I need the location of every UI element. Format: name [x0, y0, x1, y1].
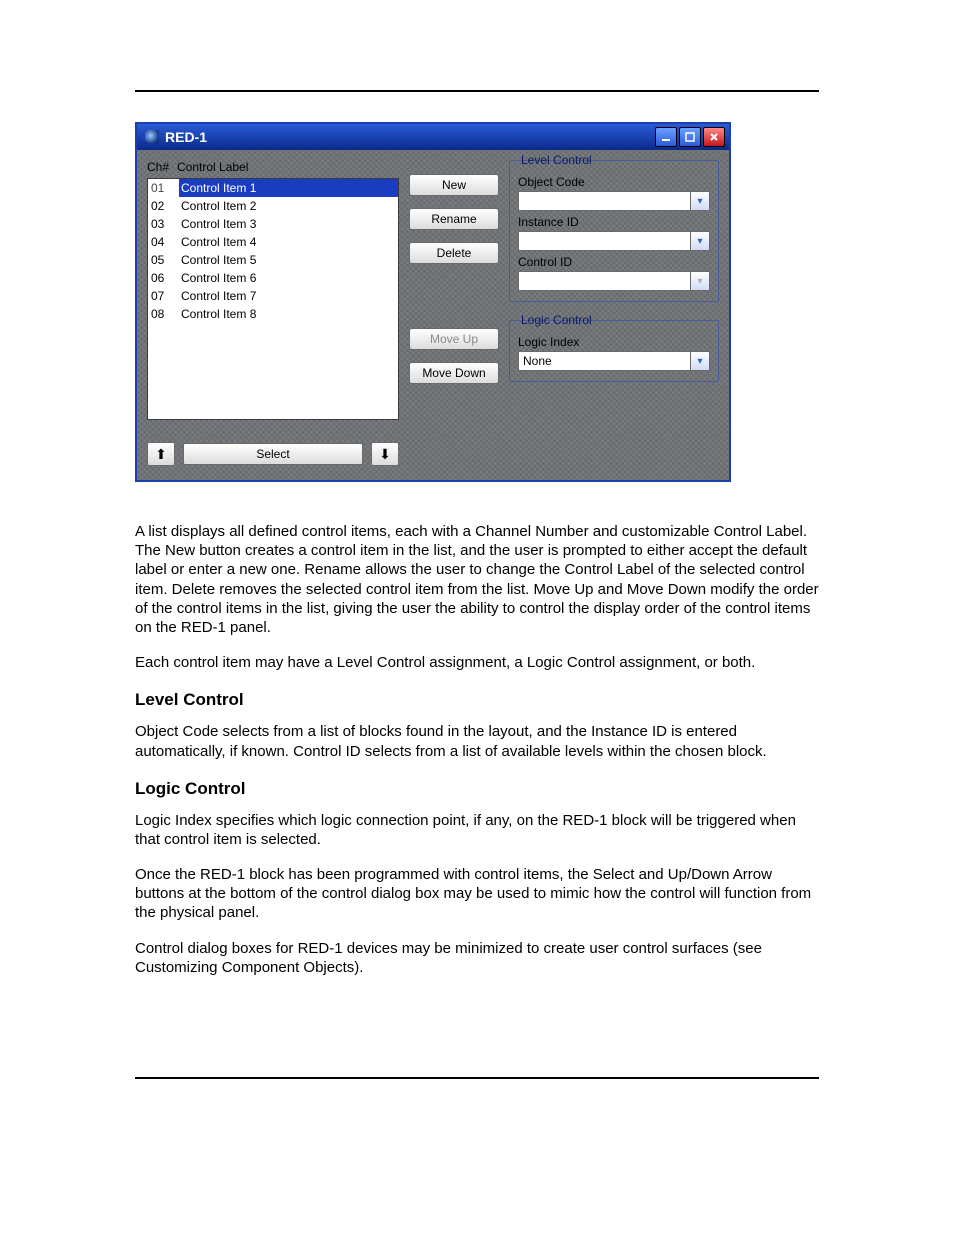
- cell-label: Control Item 7: [179, 287, 398, 305]
- app-icon: [145, 130, 159, 144]
- level-control-title: Level Control: [518, 153, 595, 167]
- cell-ch: 08: [148, 305, 179, 323]
- arrow-up-button[interactable]: ⬆: [147, 442, 175, 466]
- table-row[interactable]: 06Control Item 6: [148, 269, 398, 287]
- titlebar[interactable]: RED-1: [137, 124, 729, 150]
- table-row[interactable]: 05Control Item 5: [148, 251, 398, 269]
- cell-ch: 01: [148, 179, 179, 197]
- cell-label: Control Item 5: [179, 251, 398, 269]
- table-row[interactable]: 08Control Item 8: [148, 305, 398, 323]
- arrow-down-button[interactable]: ⬇: [371, 442, 399, 466]
- header-ch: Ch#: [147, 160, 177, 174]
- object-code-label: Object Code: [518, 175, 710, 189]
- delete-button[interactable]: Delete: [409, 242, 499, 264]
- chevron-down-icon: ▾: [690, 271, 710, 291]
- chevron-down-icon[interactable]: ▾: [690, 191, 710, 211]
- paragraph-1: A list displays all defined control item…: [135, 522, 819, 637]
- cell-ch: 07: [148, 287, 179, 305]
- red1-window: RED-1 Ch# Control Label 01Control Item 1…: [135, 122, 731, 482]
- table-row[interactable]: 03Control Item 3: [148, 215, 398, 233]
- close-button[interactable]: [703, 127, 725, 147]
- move-down-button[interactable]: Move Down: [409, 362, 499, 384]
- window-title: RED-1: [165, 129, 655, 145]
- paragraph-3: Object Code selects from a list of block…: [135, 722, 819, 760]
- cell-ch: 05: [148, 251, 179, 269]
- control-item-list[interactable]: 01Control Item 102Control Item 203Contro…: [147, 178, 399, 420]
- maximize-button[interactable]: [679, 127, 701, 147]
- arrow-up-icon: ⬆: [155, 446, 167, 463]
- chevron-down-icon[interactable]: ▾: [690, 231, 710, 251]
- cell-label: Control Item 3: [179, 215, 398, 233]
- cell-label: Control Item 1: [179, 179, 398, 197]
- paragraph-4: Logic Index specifies which logic connec…: [135, 811, 819, 849]
- cell-ch: 02: [148, 197, 179, 215]
- cell-label: Control Item 8: [179, 305, 398, 323]
- logic-control-group: Logic Control Logic Index ▾: [509, 320, 719, 382]
- logic-index-input[interactable]: [518, 351, 690, 371]
- table-row[interactable]: 01Control Item 1: [148, 179, 398, 197]
- object-code-input[interactable]: [518, 191, 690, 211]
- top-rule: [135, 90, 819, 92]
- instance-id-label: Instance ID: [518, 215, 710, 229]
- arrow-down-icon: ⬇: [379, 446, 391, 463]
- cell-label: Control Item 2: [179, 197, 398, 215]
- table-row[interactable]: 02Control Item 2: [148, 197, 398, 215]
- table-row[interactable]: 07Control Item 7: [148, 287, 398, 305]
- logic-index-combo: ▾: [518, 351, 710, 371]
- cell-ch: 03: [148, 215, 179, 233]
- heading-logic-control: Logic Control: [135, 779, 819, 799]
- new-button[interactable]: New: [409, 174, 499, 196]
- logic-index-label: Logic Index: [518, 335, 710, 349]
- move-up-button[interactable]: Move Up: [409, 328, 499, 350]
- heading-level-control: Level Control: [135, 690, 819, 710]
- control-id-input[interactable]: [518, 271, 690, 291]
- chevron-down-icon[interactable]: ▾: [690, 351, 710, 371]
- paragraph-6: Control dialog boxes for RED-1 devices m…: [135, 939, 819, 977]
- paragraph-5: Once the RED-1 block has been programmed…: [135, 865, 819, 923]
- select-button[interactable]: Select: [183, 443, 363, 465]
- table-row[interactable]: 04Control Item 4: [148, 233, 398, 251]
- cell-ch: 04: [148, 233, 179, 251]
- rename-button[interactable]: Rename: [409, 208, 499, 230]
- control-id-combo: ▾: [518, 271, 710, 291]
- instance-id-input[interactable]: [518, 231, 690, 251]
- cell-label: Control Item 4: [179, 233, 398, 251]
- cell-ch: 06: [148, 269, 179, 287]
- level-control-group: Level Control Object Code ▾ Instance ID …: [509, 160, 719, 302]
- object-code-combo: ▾: [518, 191, 710, 211]
- header-label: Control Label: [177, 160, 399, 174]
- cell-label: Control Item 6: [179, 269, 398, 287]
- minimize-button[interactable]: [655, 127, 677, 147]
- paragraph-2: Each control item may have a Level Contr…: [135, 653, 819, 672]
- bottom-rule: [135, 1077, 819, 1079]
- control-id-label: Control ID: [518, 255, 710, 269]
- instance-id-combo: ▾: [518, 231, 710, 251]
- logic-control-title: Logic Control: [518, 313, 595, 327]
